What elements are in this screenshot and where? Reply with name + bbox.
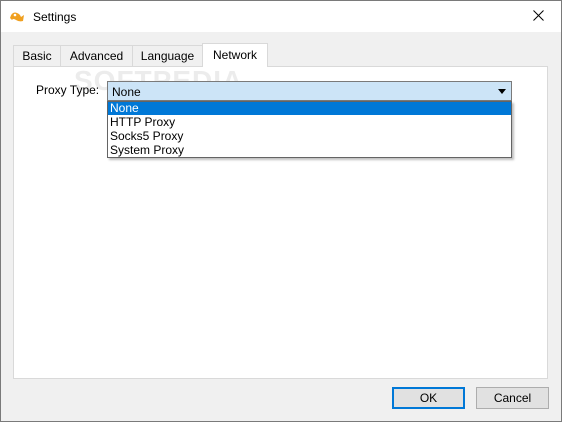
title-bar[interactable]: Settings: [1, 1, 561, 32]
cancel-button[interactable]: Cancel: [476, 387, 549, 409]
network-panel: SOFTPEDIA Proxy Type: None None HTTP Pro…: [13, 65, 548, 379]
close-button[interactable]: [515, 1, 561, 32]
close-icon: [532, 9, 544, 24]
chevron-down-icon: [497, 84, 507, 98]
tab-language-label: Language: [140, 49, 195, 63]
proxy-type-select[interactable]: None: [107, 81, 512, 101]
proxy-type-label: Proxy Type:: [36, 83, 100, 97]
app-logo-icon: [9, 9, 25, 23]
dialog-body: Basic Advanced Language Network SOFTPEDI…: [1, 32, 561, 421]
ok-button[interactable]: OK: [392, 387, 465, 409]
proxy-option-http[interactable]: HTTP Proxy: [108, 116, 511, 129]
proxy-type-value: None: [112, 85, 141, 99]
proxy-option-socks5[interactable]: Socks5 Proxy: [108, 130, 511, 143]
proxy-type-dropdown-list: None HTTP Proxy Socks5 Proxy System Prox…: [107, 101, 512, 158]
tab-advanced[interactable]: Advanced: [60, 45, 133, 66]
proxy-option-none[interactable]: None: [108, 102, 511, 115]
tab-basic[interactable]: Basic: [13, 45, 61, 66]
tab-network[interactable]: Network: [202, 43, 268, 67]
tab-advanced-label: Advanced: [69, 49, 124, 63]
tab-language[interactable]: Language: [132, 45, 203, 66]
tab-network-label: Network: [212, 48, 257, 62]
proxy-option-system[interactable]: System Proxy: [108, 144, 511, 157]
settings-window: Settings Basic Advanced Language Network: [0, 0, 562, 422]
window-title: Settings: [33, 10, 77, 24]
tab-basic-label: Basic: [22, 49, 52, 63]
